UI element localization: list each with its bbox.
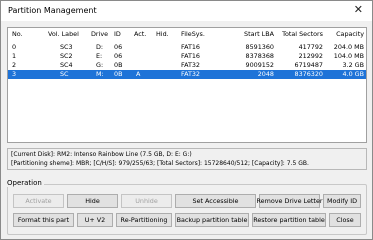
cell-filesys: FAT32 (181, 61, 200, 69)
window-title: Partition Management (8, 6, 97, 15)
cell-start-lba: 8591360 (245, 43, 274, 51)
operation-label: Operation (5, 179, 44, 187)
cell-act: A (136, 70, 141, 78)
column-header-id[interactable]: ID (114, 30, 121, 39)
activate-button[interactable]: Activate (13, 194, 64, 208)
column-header-filesys[interactable]: FileSys. (181, 30, 205, 39)
cell-label: SC2 (60, 52, 73, 60)
partition-list[interactable]: No. Vol. Label Drive ID Act. Hid. FileSy… (7, 27, 367, 143)
cell-label: SC (60, 70, 69, 78)
hide-button[interactable]: Hide (67, 194, 118, 208)
cell-drive: M: (96, 70, 104, 78)
cell-id: 0B (114, 70, 123, 78)
cell-total-sectors: 417792 (298, 43, 323, 51)
close-button[interactable]: Close (329, 213, 361, 227)
column-header-total-sectors[interactable]: Total Sectors (274, 30, 323, 39)
u-plus-v2-button[interactable]: U+ V2 (77, 213, 113, 227)
cell-total-sectors: 6719487 (294, 61, 323, 69)
list-header: No. Vol. Label Drive ID Act. Hid. FileSy… (8, 30, 366, 39)
cell-drive: G: (96, 61, 104, 69)
cell-label: SC3 (60, 43, 73, 51)
cell-filesys: FAT16 (181, 52, 200, 60)
remove-drive-letter-button[interactable]: Remove Drive Letter (257, 194, 323, 208)
operation-group (7, 184, 367, 235)
column-header-act[interactable]: Act. (134, 30, 146, 39)
partitioning-scheme-text: [Partitioning sheme]: MBR; [C/H/S]: 979/… (11, 160, 309, 167)
cell-drive: E: (96, 52, 103, 60)
table-row[interactable]: 1 SC2 E: 06 FAT16 8378368 212992 104.0 M… (8, 52, 366, 61)
disk-info-panel: [Current Disk]: RM2: Intenso Rainbow Lin… (7, 148, 367, 170)
column-header-capacity[interactable]: Capacity (324, 30, 364, 39)
unhide-button[interactable]: Unhide (121, 194, 172, 208)
table-row[interactable]: 0 SC3 D: 06 FAT16 8591360 417792 204.0 M… (8, 43, 366, 52)
cell-capacity: 4.0 GB (342, 70, 364, 78)
cell-start-lba: 2048 (257, 70, 274, 78)
cell-capacity: 204.0 MB (333, 43, 364, 51)
cell-id: 06 (114, 43, 123, 51)
cell-no: 1 (12, 52, 17, 60)
column-header-drive[interactable]: Drive (91, 30, 108, 39)
column-header-hid[interactable]: Hid. (156, 30, 169, 39)
backup-partition-table-button[interactable]: Backup partition table (175, 213, 249, 227)
set-accessible-button[interactable]: Set Accessible (175, 194, 256, 208)
modify-id-button[interactable]: Modify ID (323, 194, 361, 208)
title-bar: Partition Management ✕ (1, 1, 372, 21)
column-header-start-lba[interactable]: Start LBA (224, 30, 274, 39)
cell-id: 0B (114, 61, 123, 69)
cell-start-lba: 9009152 (245, 61, 274, 69)
cell-filesys: FAT32 (181, 70, 200, 78)
current-disk-text: [Current Disk]: RM2: Intenso Rainbow Lin… (11, 151, 192, 158)
cell-total-sectors: 212992 (298, 52, 323, 60)
close-icon[interactable]: ✕ (354, 4, 363, 16)
cell-filesys: FAT16 (181, 43, 200, 51)
cell-start-lba: 8378368 (245, 52, 274, 60)
cell-capacity: 3.2 GB (342, 61, 364, 69)
cell-id: 06 (114, 52, 123, 60)
table-row[interactable]: 2 SC4 G: 0B FAT32 9009152 6719487 3.2 GB (8, 61, 366, 70)
cell-drive: D: (96, 43, 104, 51)
cell-label: SC4 (60, 61, 73, 69)
cell-total-sectors: 8376320 (294, 70, 323, 78)
cell-no: 3 (12, 70, 17, 78)
format-partition-button[interactable]: Format this part (13, 213, 74, 227)
table-row-selected[interactable]: 3 SC M: 0B A FAT32 2048 8376320 4.0 GB (8, 70, 366, 79)
repartitioning-button[interactable]: Re-Partitioning (116, 213, 172, 227)
partition-management-window: Partition Management ✕ No. Vol. Label Dr… (0, 0, 373, 240)
cell-no: 0 (12, 43, 17, 51)
column-header-no[interactable]: No. (12, 30, 23, 39)
cell-no: 2 (12, 61, 17, 69)
column-header-label[interactable]: Vol. Label (48, 30, 79, 39)
restore-partition-table-button[interactable]: Restore partition table (252, 213, 326, 227)
cell-capacity: 104.0 MB (333, 52, 364, 60)
